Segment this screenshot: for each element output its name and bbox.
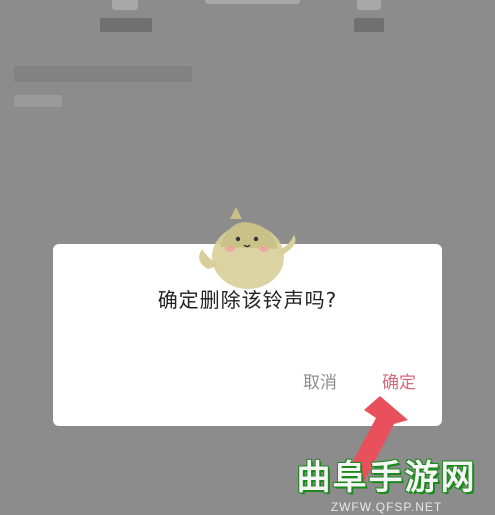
mascot-icon (199, 207, 296, 289)
site-watermark: 曲阜手游网 ZWFW.QFSP.NET (280, 458, 493, 515)
background-tab-label (354, 18, 384, 32)
watermark-url: ZWFW.QFSP.NET (330, 500, 443, 514)
cancel-button[interactable]: 取消 (303, 368, 337, 393)
watermark-title: 曲阜手游网 (296, 458, 477, 498)
background-section-subtitle (14, 95, 62, 107)
background-tab-label (100, 18, 152, 32)
background-section-title (14, 66, 192, 82)
background-tab-icon (205, 0, 300, 4)
background-tab-icon (112, 0, 138, 10)
background-top-bar (0, 0, 495, 50)
confirm-button[interactable]: 确定 (382, 368, 416, 393)
background-tab-icon (357, 0, 381, 10)
